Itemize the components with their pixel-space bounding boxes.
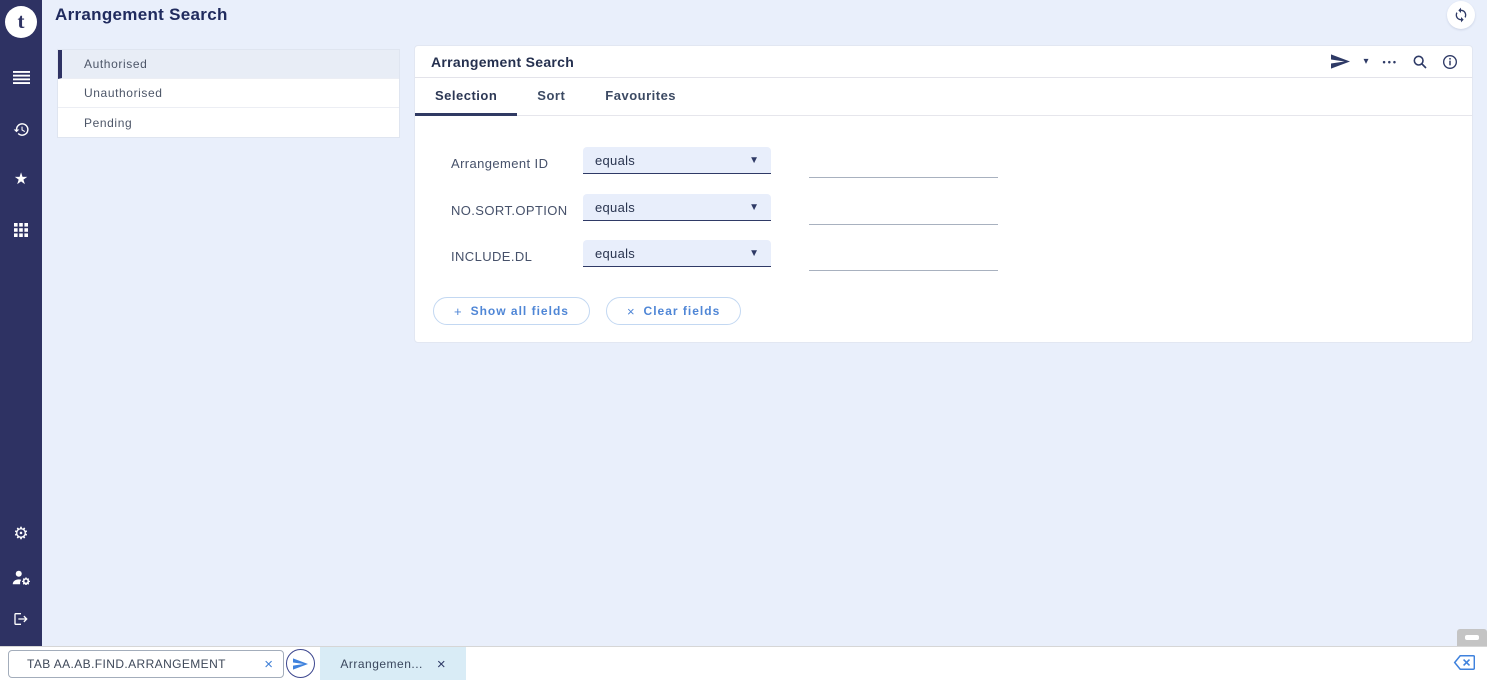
button-label: Show all fields: [471, 304, 569, 318]
sidebar: t ★ ⚙: [0, 0, 42, 646]
clear-x-icon: ×: [627, 304, 636, 319]
queue-item-pending[interactable]: Pending: [58, 108, 399, 137]
close-icon: ×: [437, 656, 446, 673]
field-value-input[interactable]: [809, 203, 998, 225]
panel-title: Arrangement Search: [431, 54, 574, 70]
menu-icon[interactable]: [0, 60, 42, 94]
tab-label: Favourites: [605, 88, 676, 103]
plus-icon: +: [454, 304, 463, 319]
operator-select[interactable]: equals ▼: [583, 147, 771, 174]
field-label: INCLUDE.DL: [451, 243, 583, 264]
clear-fields-button[interactable]: × Clear fields: [606, 297, 741, 325]
button-label: Clear fields: [644, 304, 721, 318]
field-row-arrangement-id: Arrangement ID equals ▼: [451, 147, 998, 174]
form-actions: + Show all fields × Clear fields: [433, 297, 741, 325]
queue-item-authorised[interactable]: Authorised: [58, 50, 399, 79]
operator-select[interactable]: equals ▼: [583, 240, 771, 267]
field-value-input[interactable]: [809, 156, 998, 178]
logout-glyph: [13, 611, 29, 627]
history-icon[interactable]: [0, 112, 42, 146]
close-icon: ×: [264, 656, 273, 673]
dropdown-caret-icon: ▼: [749, 248, 759, 259]
operator-value: equals: [595, 153, 635, 168]
field-label: Arrangement ID: [451, 150, 583, 171]
backspace-icon: [1453, 654, 1475, 671]
queue-item-label: Authorised: [84, 57, 147, 71]
send-search-button[interactable]: [1331, 54, 1350, 69]
keyboard-toggle-handle: [1465, 635, 1479, 640]
queue-item-unauthorised[interactable]: Unauthorised: [58, 79, 399, 108]
logo-letter: t: [18, 11, 25, 32]
field-value-input[interactable]: [809, 249, 998, 271]
info-button[interactable]: [1442, 54, 1458, 70]
user-admin-icon[interactable]: [0, 560, 42, 594]
queue-item-label: Pending: [84, 116, 132, 130]
operator-value: equals: [595, 200, 635, 215]
arrangement-search-panel: Arrangement Search ▾ •••: [414, 45, 1473, 343]
panel-header: Arrangement Search ▾ •••: [415, 46, 1472, 78]
star-glyph: ★: [14, 169, 28, 189]
history-glyph: [13, 121, 30, 138]
command-input[interactable]: [27, 657, 258, 671]
tab-sort[interactable]: Sort: [517, 78, 585, 116]
logout-icon[interactable]: [0, 602, 42, 636]
more-options-button[interactable]: •••: [1383, 57, 1398, 67]
operator-select[interactable]: equals ▼: [583, 194, 771, 221]
command-bar: × Arrangemen... ×: [0, 646, 1487, 680]
favourites-icon[interactable]: ★: [0, 162, 42, 196]
panel-tabs: Selection Sort Favourites: [415, 78, 1472, 116]
tab-label: Sort: [537, 88, 565, 103]
command-input-wrap: ×: [8, 650, 284, 678]
page-title: Arrangement Search: [55, 5, 228, 25]
keyboard-toggle-tab[interactable]: [1457, 629, 1487, 646]
caret-down-icon: ▾: [1364, 57, 1369, 67]
sync-icon: [1453, 7, 1469, 23]
panel-toolbar: ▾ •••: [1331, 54, 1458, 70]
tab-selection[interactable]: Selection: [415, 78, 517, 116]
session-tab-arrangement[interactable]: Arrangemen... ×: [320, 647, 466, 680]
dropdown-caret-icon: ▼: [749, 202, 759, 213]
queue-item-label: Unauthorised: [84, 86, 163, 100]
tab-favourites[interactable]: Favourites: [585, 78, 696, 116]
settings-icon[interactable]: ⚙: [0, 517, 42, 551]
show-all-fields-button[interactable]: + Show all fields: [433, 297, 590, 325]
user-gear-glyph: [12, 570, 30, 585]
refresh-button[interactable]: [1447, 1, 1475, 29]
search-button[interactable]: [1412, 54, 1428, 70]
ellipsis-icon: •••: [1383, 57, 1398, 67]
grid-glyph: [14, 223, 28, 237]
backspace-button[interactable]: [1453, 654, 1475, 674]
dropdown-caret-icon: ▼: [749, 155, 759, 166]
search-icon: [1412, 54, 1428, 70]
tab-label: Selection: [435, 88, 497, 103]
paper-plane-icon: [293, 658, 308, 670]
field-row-include-dl: INCLUDE.DL equals ▼: [451, 240, 998, 267]
command-send-button[interactable]: [286, 649, 315, 678]
operator-value: equals: [595, 246, 635, 261]
session-tab-label: Arrangemen...: [340, 657, 423, 671]
paper-plane-icon: [1331, 54, 1350, 69]
temenos-logo[interactable]: t: [5, 6, 37, 38]
gear-glyph: ⚙: [13, 524, 28, 544]
queue-list-panel: Authorised Unauthorised Pending: [57, 49, 400, 138]
command-clear-button[interactable]: ×: [258, 657, 273, 672]
hamburger-icon: [13, 71, 30, 84]
field-label: NO.SORT.OPTION: [451, 197, 583, 218]
session-tab-close-button[interactable]: ×: [437, 657, 446, 672]
info-icon: [1442, 54, 1458, 70]
apps-grid-icon[interactable]: [0, 213, 42, 247]
send-options-caret[interactable]: ▾: [1364, 57, 1369, 67]
field-row-no-sort-option: NO.SORT.OPTION equals ▼: [451, 194, 998, 221]
